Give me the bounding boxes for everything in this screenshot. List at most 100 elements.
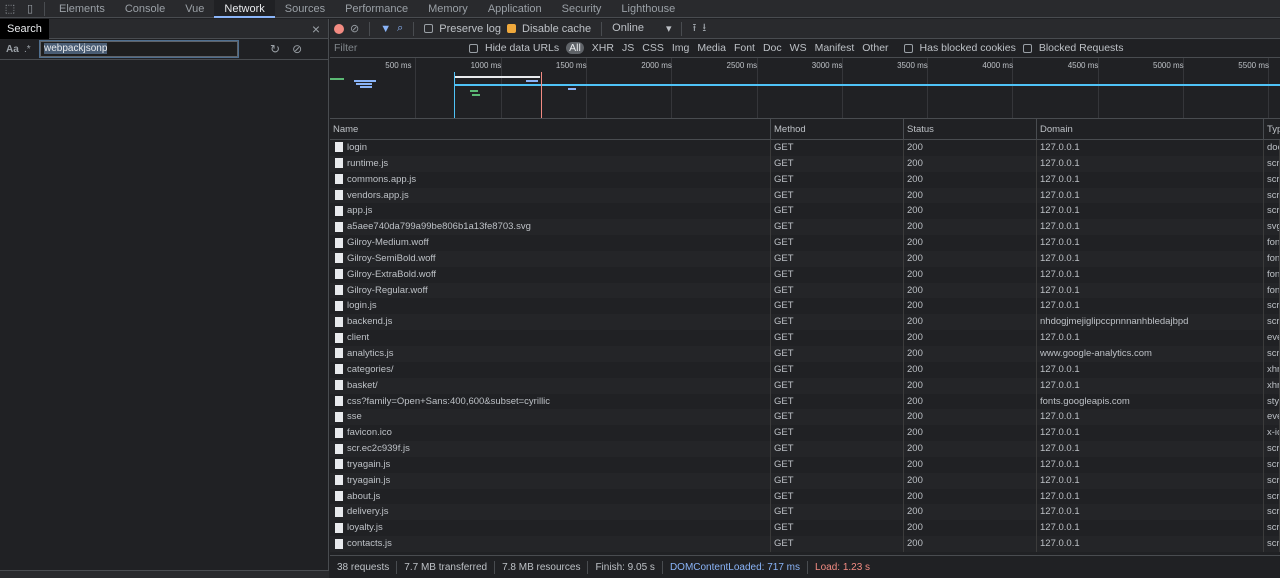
table-row[interactable]: commons.app.js GET 200 127.0.0.1 scr xyxy=(330,171,1280,188)
throttling-select[interactable]: Online ▾ xyxy=(612,22,671,35)
table-row[interactable]: login.js GET 200 127.0.0.1 scr xyxy=(330,298,1280,315)
table-row[interactable]: favicon.ico GET200127.0.0.1x-ic xyxy=(330,425,1280,442)
table-row[interactable]: css?family=Open+Sans:400,600&subset=cyri… xyxy=(330,393,1280,410)
tab-console[interactable]: Console xyxy=(115,0,175,18)
filter-type-img[interactable]: Img xyxy=(672,42,690,54)
export-har-icon[interactable]: ⭳ xyxy=(702,19,706,38)
tab-elements[interactable]: Elements xyxy=(49,0,115,18)
request-type-cell: fon xyxy=(1264,266,1280,283)
table-row[interactable]: runtime.js GET 200 127.0.0.1 scr xyxy=(330,155,1280,172)
tab-performance[interactable]: Performance xyxy=(335,0,418,18)
table-row[interactable]: categories/GET 200 127.0.0.1 xhr xyxy=(330,361,1280,378)
clear-log-icon[interactable]: ⊘ xyxy=(350,22,359,35)
timeline-gridline xyxy=(415,58,417,118)
request-domain-cell: 127.0.0.1 xyxy=(1037,472,1264,489)
filter-type-all[interactable]: All xyxy=(566,42,584,54)
table-row[interactable]: app.js GET 200 127.0.0.1 scr xyxy=(330,203,1280,220)
timeline-bar xyxy=(330,78,344,80)
table-row[interactable]: basket/GET 200 127.0.0.1 xhr xyxy=(330,377,1280,394)
import-har-icon[interactable]: ⭱ xyxy=(692,19,696,38)
request-name-cell: sse xyxy=(330,409,771,426)
column-header-method[interactable]: Method xyxy=(771,118,904,140)
table-row[interactable]: vendors.app.js GET 200 127.0.0.1 scr xyxy=(330,187,1280,204)
timeline-tick-label: 3500 ms xyxy=(897,61,928,70)
timeline-tick-label: 500 ms xyxy=(385,61,412,70)
blocked-requests-checkbox[interactable] xyxy=(1022,43,1032,53)
filter-type-font[interactable]: Font xyxy=(734,42,755,54)
filter-icon[interactable]: ▼ xyxy=(380,23,391,35)
request-name-cell: tryagain.js xyxy=(330,456,771,473)
tab-network[interactable]: Network xyxy=(214,0,275,18)
match-case-button[interactable]: Aa xyxy=(6,44,24,55)
file-icon xyxy=(335,158,343,169)
inspect-element-icon[interactable]: ⬚ xyxy=(0,0,20,18)
timeline-bar xyxy=(354,80,376,82)
filter-type-css[interactable]: CSS xyxy=(642,42,664,54)
request-name-cell: a5aee740da799a99be806b1a13fe8703.svg xyxy=(330,219,771,236)
timeline-tick-label: 4000 ms xyxy=(982,61,1014,70)
column-header-name[interactable]: Name xyxy=(330,118,771,140)
request-name: Gilroy-Medium.woff xyxy=(347,237,429,249)
tab-application[interactable]: Application xyxy=(478,0,552,18)
request-type-cell: x-ic xyxy=(1264,425,1280,442)
filter-type-other[interactable]: Other xyxy=(862,42,888,54)
preserve-log-checkbox[interactable] xyxy=(424,24,434,33)
table-row[interactable]: contacts.js GET 200 127.0.0.1 scr xyxy=(330,536,1280,552)
table-row[interactable]: login GET200127.0.0.1doc xyxy=(330,140,1280,156)
filter-type-manifest[interactable]: Manifest xyxy=(815,42,855,54)
request-name: sse xyxy=(347,411,362,423)
search-icon[interactable]: ⌕ xyxy=(397,22,403,35)
device-toolbar-icon[interactable]: ▯ xyxy=(20,0,40,18)
tab-security[interactable]: Security xyxy=(552,0,612,18)
request-method-cell: GET xyxy=(771,393,904,410)
clear-icon[interactable]: ⊘ xyxy=(292,42,302,56)
file-icon xyxy=(335,348,343,359)
table-row[interactable]: scr.ec2c939f.js GET 200 127.0.0.1 scr xyxy=(330,441,1280,457)
filter-type-ws[interactable]: WS xyxy=(790,42,807,54)
search-tab[interactable]: Search xyxy=(0,18,49,39)
close-icon[interactable]: × xyxy=(312,21,328,37)
hide-data-urls-checkbox[interactable] xyxy=(469,43,478,53)
filter-input[interactable]: Filter xyxy=(334,42,462,54)
request-domain-cell: 127.0.0.1 xyxy=(1037,235,1264,251)
search-input[interactable]: webpackjsonp xyxy=(39,40,239,58)
refresh-icon[interactable]: ↻ xyxy=(270,42,280,56)
filter-type-xhr[interactable]: XHR xyxy=(592,42,614,54)
table-row[interactable]: tryagain.js GET 200 127.0.0.1 scr xyxy=(330,472,1280,489)
column-header-status[interactable]: Status xyxy=(904,118,1037,140)
tab-sources[interactable]: Sources xyxy=(275,0,335,18)
column-header-domain[interactable]: Domain xyxy=(1037,118,1264,140)
table-row[interactable]: client GET200127.0.0.1eve xyxy=(330,330,1280,346)
record-button[interactable] xyxy=(334,23,344,34)
table-row[interactable]: backend.js GET 200 nhdogjmejiglipccpnnnanhb… xyxy=(330,314,1280,331)
timeline-tick-label: 1500 ms xyxy=(555,61,587,70)
filter-type-js[interactable]: JS xyxy=(622,42,634,54)
table-row[interactable]: analytics.js GET 200 www.google-analytics.c… xyxy=(330,345,1280,362)
table-row[interactable]: delivery.js GET 200 127.0.0.1 scr xyxy=(330,504,1280,521)
table-row[interactable]: sse GET200127.0.0.1eve xyxy=(330,409,1280,426)
table-row[interactable]: Gilroy-Regular.woff GET 200 127.0.0.1 fon xyxy=(330,282,1280,299)
request-status-cell: 200 xyxy=(904,536,1037,552)
table-row[interactable]: Gilroy-Medium.woff GET 200 127.0.0.1 fon xyxy=(330,235,1280,251)
tab-lighthouse[interactable]: Lighthouse xyxy=(611,0,685,18)
filter-type-doc[interactable]: Doc xyxy=(763,42,782,54)
filter-type-media[interactable]: Media xyxy=(697,42,726,54)
table-row[interactable]: Gilroy-ExtraBold.woff GET 200 127.0.0.1 fon xyxy=(330,266,1280,283)
table-row[interactable]: Gilroy-SemiBold.woff GET 200 127.0.0.1 fon xyxy=(330,250,1280,267)
table-row[interactable]: a5aee740da799a99be806b1a13fe8703.svg GET 2… xyxy=(330,219,1280,236)
tab-memory[interactable]: Memory xyxy=(418,0,478,18)
overview-timeline[interactable]: 500 ms 1000 ms 1500 ms 2000 ms 2500 ms 3000 m… xyxy=(330,58,1280,119)
request-name: categories/ xyxy=(347,363,394,375)
request-method-cell: GET xyxy=(771,504,904,521)
request-name: client xyxy=(347,332,370,344)
blocked-cookies-checkbox[interactable] xyxy=(903,43,913,53)
table-row[interactable]: about.js GET 200 127.0.0.1 scr xyxy=(330,488,1280,505)
table-row[interactable]: tryagain.js GET 200 127.0.0.1 scr xyxy=(330,456,1280,473)
regex-button[interactable]: .* xyxy=(24,44,40,55)
tab-vue[interactable]: Vue xyxy=(175,0,214,18)
table-row[interactable]: loyalty.js GET 200 127.0.0.1 scr xyxy=(330,520,1280,537)
column-header-typ[interactable]: Typ xyxy=(1264,119,1280,140)
disable-cache-checkbox[interactable] xyxy=(507,24,517,33)
request-status-cell: 200 xyxy=(904,203,1037,220)
dom-content-loaded-time: DOMContentLoaded: 717 ms xyxy=(663,560,809,574)
